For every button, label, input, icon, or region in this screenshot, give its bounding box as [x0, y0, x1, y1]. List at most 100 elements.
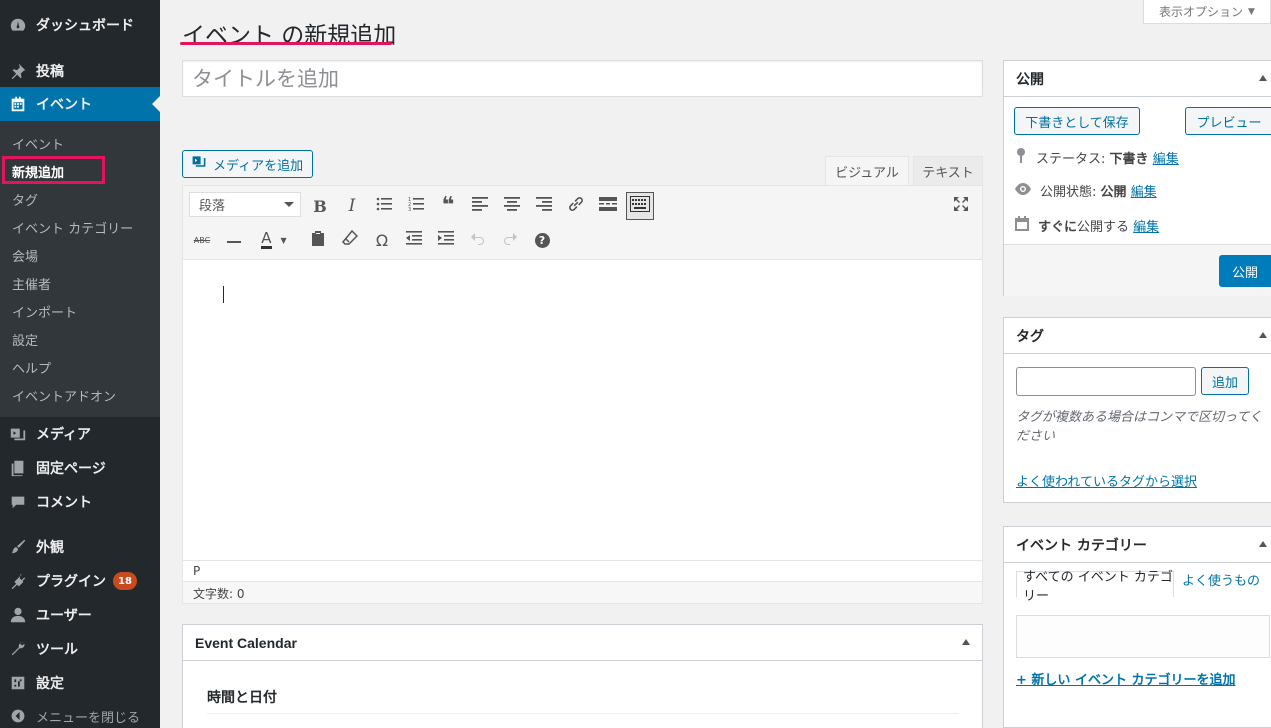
menu-media[interactable]: メディア — [0, 417, 160, 451]
visibility-row: 公開状態: 公開 編集 — [1014, 181, 1157, 200]
clear-formatting-button[interactable] — [336, 226, 364, 254]
fullscreen-button[interactable] — [947, 192, 975, 220]
event-categories-box: イベント カテゴリー すべての イベント カテゴリー よく使うもの + 新しい … — [1003, 526, 1271, 728]
section-divider — [207, 713, 959, 714]
undo-button[interactable] — [464, 226, 492, 254]
tag-help-text: タグが複数ある場合はコンマで区切ってください — [1016, 410, 1262, 444]
submenu-help[interactable]: ヘルプ — [12, 358, 51, 377]
edit-visibility-link[interactable]: 編集 — [1131, 185, 1157, 200]
submenu-import[interactable]: インポート — [12, 302, 77, 321]
toolbar-toggle-button[interactable] — [626, 192, 654, 220]
align-right-icon — [536, 197, 552, 215]
bold-button[interactable]: B — [306, 192, 334, 220]
insert-link-button[interactable] — [562, 192, 590, 220]
keyboard-shortcuts-button[interactable]: ? — [528, 226, 556, 254]
submenu-venues[interactable]: 会場 — [12, 246, 38, 265]
tab-text[interactable]: テキスト — [913, 156, 983, 186]
tags-header[interactable]: タグ — [1004, 318, 1271, 354]
outdent-icon — [406, 231, 422, 249]
add-new-category-link[interactable]: + 新しい イベント カテゴリーを追加 — [1016, 669, 1235, 688]
edit-schedule-link[interactable]: 編集 — [1133, 220, 1159, 235]
special-character-button[interactable]: Ω — [368, 226, 396, 254]
menu-dashboard[interactable]: ダッシュボード — [0, 8, 160, 42]
publish-header[interactable]: 公開 — [1004, 61, 1271, 97]
format-select[interactable]: 段落 — [189, 192, 301, 217]
edit-status-link[interactable]: 編集 — [1153, 152, 1179, 167]
submenu-event-addons[interactable]: イベントアドオン — [12, 386, 116, 405]
paste-text-button[interactable] — [304, 226, 332, 254]
svg-text:3: 3 — [408, 207, 411, 212]
text-color-button[interactable]: A ▼ — [252, 226, 296, 254]
tags-box: タグ 追加 タグが複数ある場合はコンマで区切ってください よく使われているタグか… — [1003, 317, 1271, 503]
word-count: 文字数: 0 — [183, 581, 982, 603]
collapse-toggle-icon[interactable] — [1259, 332, 1267, 338]
help-icon: ? — [534, 232, 550, 248]
text-cursor — [223, 286, 224, 303]
blockquote-button[interactable]: ❝ — [434, 192, 462, 220]
submenu-events[interactable]: イベント — [12, 134, 64, 153]
media-icon — [191, 154, 207, 174]
numbered-list-button[interactable]: 123 — [402, 192, 430, 220]
add-tag-button[interactable]: 追加 — [1201, 367, 1249, 395]
publish-actions: 公開 — [1004, 244, 1271, 296]
choose-popular-tags-link[interactable]: よく使われているタグから選択 — [1016, 471, 1197, 490]
wrench-icon — [0, 640, 36, 658]
screen-options-button[interactable]: 表示オプション ▼ — [1143, 0, 1271, 24]
tab-popular-categories[interactable]: よく使うもの — [1182, 573, 1270, 590]
post-status-row: ステータス: 下書き 編集 — [1014, 147, 1179, 167]
schedule-row: すぐに公開する 編集 — [1014, 215, 1159, 235]
menu-appearance[interactable]: 外観 — [0, 530, 160, 564]
brush-icon — [0, 538, 36, 556]
publish-button[interactable]: 公開 — [1219, 255, 1271, 287]
italic-button[interactable]: I — [338, 192, 366, 220]
align-left-button[interactable] — [466, 192, 494, 220]
menu-comments[interactable]: コメント — [0, 485, 160, 519]
tab-visual[interactable]: ビジュアル — [825, 156, 909, 186]
collapse-toggle-icon[interactable] — [1259, 541, 1267, 547]
tab-all-categories[interactable]: すべての イベント カテゴリー — [1016, 570, 1174, 604]
align-center-button[interactable] — [498, 192, 526, 220]
event-calendar-header[interactable]: Event Calendar — [183, 625, 982, 661]
submenu-organizers[interactable]: 主催者 — [12, 274, 51, 293]
category-checklist — [1016, 615, 1270, 658]
menu-tools[interactable]: ツール — [0, 632, 160, 666]
plugin-update-badge: 18 — [113, 572, 137, 590]
add-media-button[interactable]: メディアを追加 — [182, 150, 313, 178]
post-title-input[interactable] — [182, 60, 983, 97]
menu-events[interactable]: イベント — [0, 87, 160, 121]
preview-button[interactable]: プレビュー — [1185, 107, 1271, 135]
menu-users[interactable]: ユーザー — [0, 598, 160, 632]
save-draft-button[interactable]: 下書きとして保存 — [1014, 107, 1140, 135]
submenu-settings[interactable]: 設定 — [12, 330, 38, 349]
read-more-button[interactable] — [594, 192, 622, 220]
link-icon — [567, 195, 585, 217]
strikethrough-button[interactable]: ABC — [188, 226, 216, 254]
menu-posts[interactable]: 投稿 — [0, 54, 160, 88]
menu-pages[interactable]: 固定ページ — [0, 451, 160, 485]
dashboard-icon — [0, 16, 36, 34]
menu-settings[interactable]: 設定 — [0, 666, 160, 700]
title-highlight-underline — [180, 42, 392, 45]
collapse-menu-button[interactable]: メニューを閉じる — [0, 704, 160, 728]
indent-icon — [438, 231, 454, 249]
event-categories-header[interactable]: イベント カテゴリー — [1004, 527, 1271, 563]
collapse-toggle-icon[interactable] — [1259, 75, 1267, 81]
submenu-tags[interactable]: タグ — [12, 190, 38, 209]
caret-down-icon — [284, 202, 294, 212]
align-right-button[interactable] — [530, 192, 558, 220]
horizontal-line-button[interactable] — [220, 226, 248, 254]
pin-icon — [1014, 147, 1028, 167]
bullet-list-button[interactable] — [370, 192, 398, 220]
special-char-icon: Ω — [375, 230, 389, 250]
new-tag-input[interactable] — [1016, 367, 1196, 396]
text-color-icon: A — [261, 229, 272, 249]
indent-button[interactable] — [432, 226, 460, 254]
redo-button[interactable] — [496, 226, 524, 254]
menu-plugins[interactable]: プラグイン 18 — [0, 564, 160, 598]
pin-icon — [0, 62, 36, 80]
editor-content-area[interactable] — [183, 260, 982, 560]
settings-icon — [0, 674, 36, 692]
submenu-event-categories[interactable]: イベント カテゴリー — [12, 218, 133, 237]
outdent-button[interactable] — [400, 226, 428, 254]
collapse-toggle-icon[interactable] — [962, 639, 970, 645]
